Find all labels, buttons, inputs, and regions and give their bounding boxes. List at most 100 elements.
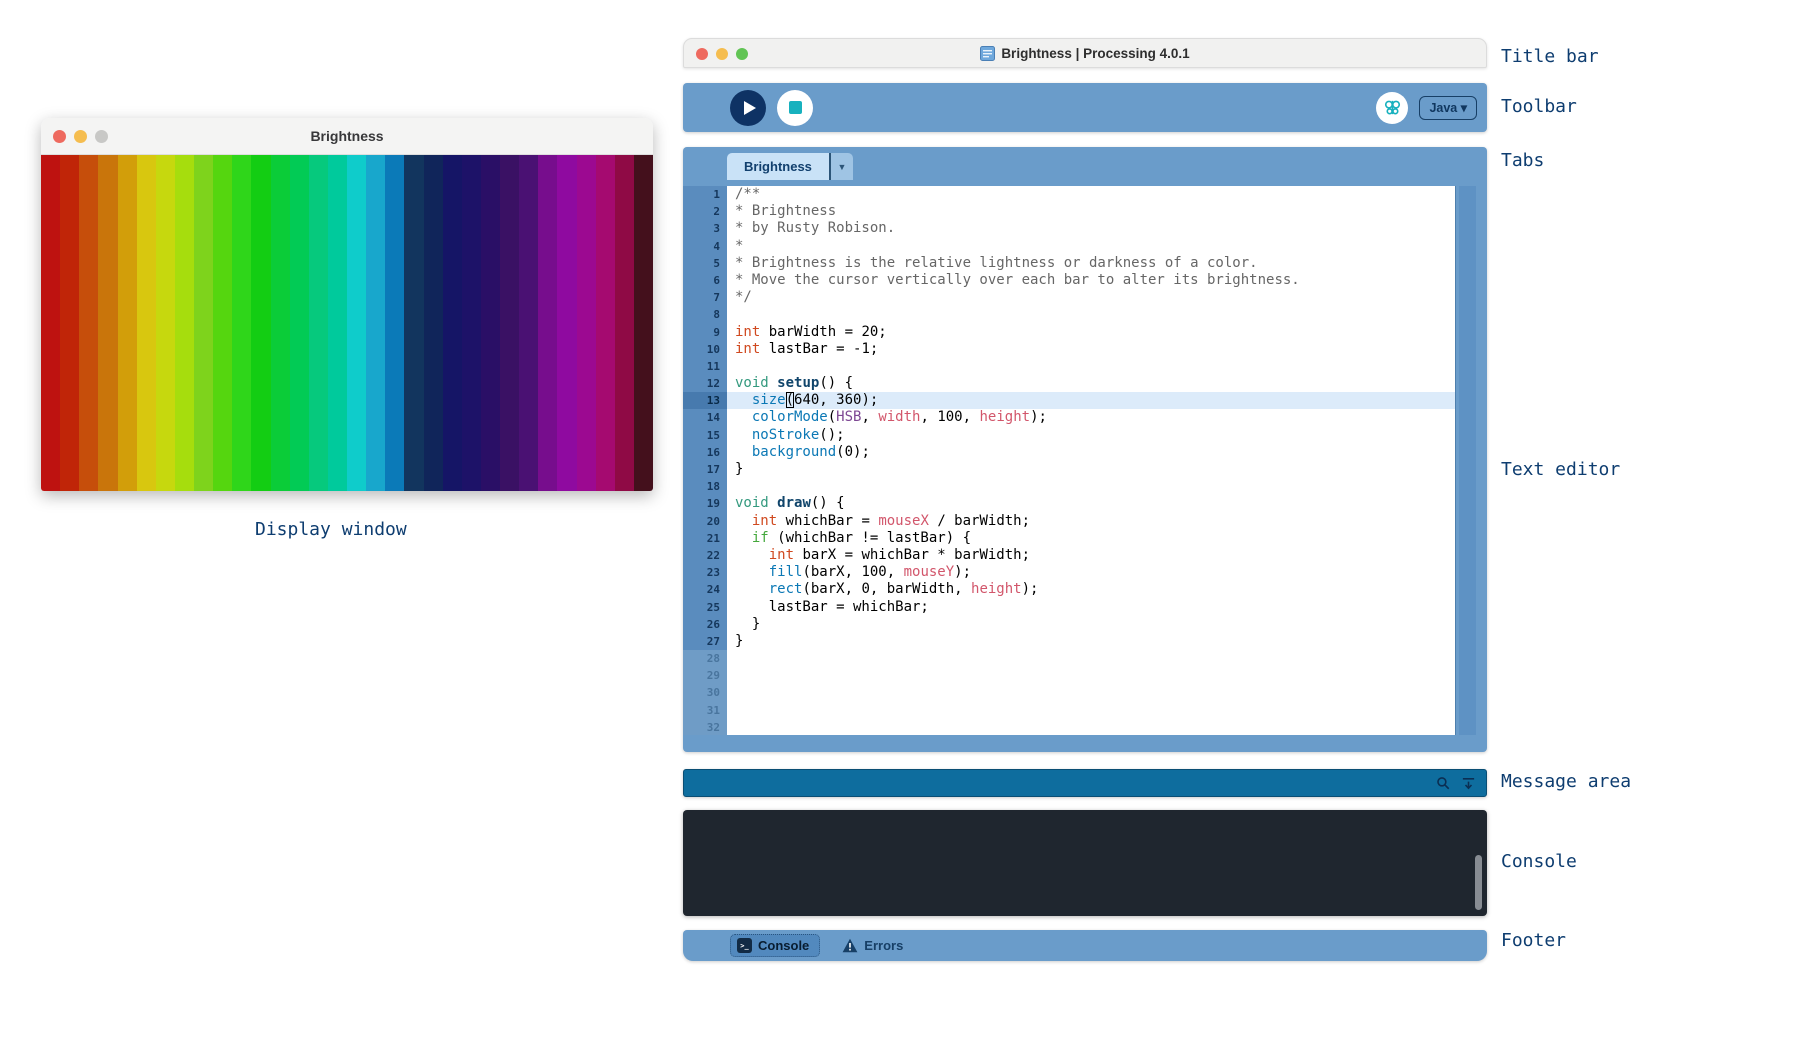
- color-bar: [328, 155, 347, 491]
- editor-scrollbar[interactable]: [1455, 186, 1479, 735]
- ide-footer: >_ Console Errors: [683, 930, 1487, 961]
- color-bar: [194, 155, 213, 491]
- code-text: if (whichBar != lastBar) {: [727, 530, 1455, 547]
- code-line[interactable]: 13 size(640, 360);: [683, 392, 1455, 409]
- code-text: int barWidth = 20;: [727, 324, 1455, 341]
- line-number: 19: [683, 495, 727, 512]
- zoom-icon[interactable]: [736, 48, 748, 60]
- zoom-disabled-icon: [95, 130, 108, 143]
- line-number: 1: [683, 186, 727, 203]
- code-line[interactable]: 29: [683, 667, 1455, 684]
- annotation-title-bar: Title bar: [1501, 46, 1599, 67]
- code-line[interactable]: 5* Brightness is the relative lightness …: [683, 255, 1455, 272]
- color-bar: [213, 155, 232, 491]
- stop-button[interactable]: [777, 90, 813, 126]
- tab-brightness[interactable]: Brightness: [727, 153, 829, 180]
- code-line[interactable]: 7*/: [683, 289, 1455, 306]
- code-line[interactable]: 1/**: [683, 186, 1455, 203]
- message-area: [683, 769, 1487, 797]
- color-bar: [118, 155, 137, 491]
- code-line[interactable]: 12void setup() {: [683, 375, 1455, 392]
- run-button[interactable]: [730, 90, 766, 126]
- ide-titlebar[interactable]: Brightness | Processing 4.0.1: [683, 38, 1487, 68]
- annotation-message-area: Message area: [1501, 771, 1631, 792]
- line-number: 11: [683, 358, 727, 375]
- code-text: rect(barX, 0, barWidth, height);: [727, 581, 1455, 598]
- line-number: 30: [683, 684, 727, 701]
- line-number: 24: [683, 581, 727, 598]
- code-line[interactable]: 14 colorMode(HSB, width, 100, height);: [683, 409, 1455, 426]
- code-line[interactable]: 31: [683, 702, 1455, 719]
- code-line[interactable]: 27}: [683, 633, 1455, 650]
- close-icon[interactable]: [53, 130, 66, 143]
- code-line[interactable]: 20 int whichBar = mouseX / barWidth;: [683, 513, 1455, 530]
- color-bar: [557, 155, 576, 491]
- minimize-icon[interactable]: [716, 48, 728, 60]
- code-line[interactable]: 30: [683, 684, 1455, 701]
- line-number: 22: [683, 547, 727, 564]
- minimize-icon[interactable]: [74, 130, 87, 143]
- close-icon[interactable]: [696, 48, 708, 60]
- display-window-titlebar[interactable]: Brightness: [41, 118, 653, 155]
- footer-tab-console[interactable]: >_ Console: [730, 934, 820, 957]
- code-line[interactable]: 15 noStroke();: [683, 427, 1455, 444]
- console-panel[interactable]: [683, 810, 1487, 916]
- code-line[interactable]: 28: [683, 650, 1455, 667]
- display-canvas[interactable]: [41, 155, 653, 491]
- code-line[interactable]: 17}: [683, 461, 1455, 478]
- code-line[interactable]: 11: [683, 358, 1455, 375]
- play-icon: [744, 101, 756, 115]
- color-bar: [615, 155, 634, 491]
- line-number: 27: [683, 633, 727, 650]
- line-number: 7: [683, 289, 727, 306]
- code-line[interactable]: 21 if (whichBar != lastBar) {: [683, 530, 1455, 547]
- footer-tab-errors[interactable]: Errors: [842, 938, 903, 953]
- color-bar: [366, 155, 385, 491]
- console-scrollbar-thumb[interactable]: [1475, 855, 1482, 910]
- display-window-traffic-lights: [53, 130, 108, 143]
- code-line[interactable]: 18: [683, 478, 1455, 495]
- scrollbar-thumb[interactable]: [1459, 186, 1476, 735]
- color-bar: [347, 155, 366, 491]
- code-line[interactable]: 2* Brightness: [683, 203, 1455, 220]
- stop-icon: [789, 101, 802, 114]
- code-text: */: [727, 289, 1455, 306]
- line-number: 6: [683, 272, 727, 289]
- code-text: int whichBar = mouseX / barWidth;: [727, 513, 1455, 530]
- mode-dropdown[interactable]: Java ▾: [1419, 96, 1477, 120]
- code-text: [727, 650, 1455, 667]
- color-bar: [577, 155, 596, 491]
- color-bar: [41, 155, 60, 491]
- search-icon[interactable]: [1436, 776, 1451, 791]
- color-bar: [404, 155, 423, 491]
- code-text: [727, 306, 1455, 323]
- color-bar: [232, 155, 251, 491]
- code-text: [727, 719, 1455, 735]
- color-bar: [443, 155, 462, 491]
- code-line[interactable]: 19void draw() {: [683, 495, 1455, 512]
- ide-window-title: Brightness | Processing 4.0.1: [980, 46, 1189, 61]
- terminal-icon: >_: [737, 938, 752, 953]
- editor-lines[interactable]: 1/**2* Brightness3* by Rusty Robison.4*5…: [683, 186, 1455, 735]
- code-line[interactable]: 4*: [683, 238, 1455, 255]
- code-line[interactable]: 6* Move the cursor vertically over each …: [683, 272, 1455, 289]
- text-editor[interactable]: 1/**2* Brightness3* by Rusty Robison.4*5…: [683, 186, 1487, 735]
- code-line[interactable]: 22 int barX = whichBar * barWidth;: [683, 547, 1455, 564]
- line-number: 9: [683, 324, 727, 341]
- page: Brightness Display window Brightness | P…: [0, 0, 1800, 1038]
- code-line[interactable]: 23 fill(barX, 100, mouseY);: [683, 564, 1455, 581]
- code-line[interactable]: 32: [683, 719, 1455, 735]
- debug-button[interactable]: [1376, 92, 1408, 124]
- code-line[interactable]: 24 rect(barX, 0, barWidth, height);: [683, 581, 1455, 598]
- code-line[interactable]: 26 }: [683, 616, 1455, 633]
- code-line[interactable]: 16 background(0);: [683, 444, 1455, 461]
- code-line[interactable]: 10int lastBar = -1;: [683, 341, 1455, 358]
- code-text: int lastBar = -1;: [727, 341, 1455, 358]
- code-line[interactable]: 3* by Rusty Robison.: [683, 220, 1455, 237]
- code-line[interactable]: 8: [683, 306, 1455, 323]
- scroll-to-bottom-icon[interactable]: [1461, 776, 1476, 791]
- code-text: [727, 478, 1455, 495]
- code-line[interactable]: 9int barWidth = 20;: [683, 324, 1455, 341]
- code-line[interactable]: 25 lastBar = whichBar;: [683, 599, 1455, 616]
- tab-dropdown-button[interactable]: ▼: [829, 153, 853, 180]
